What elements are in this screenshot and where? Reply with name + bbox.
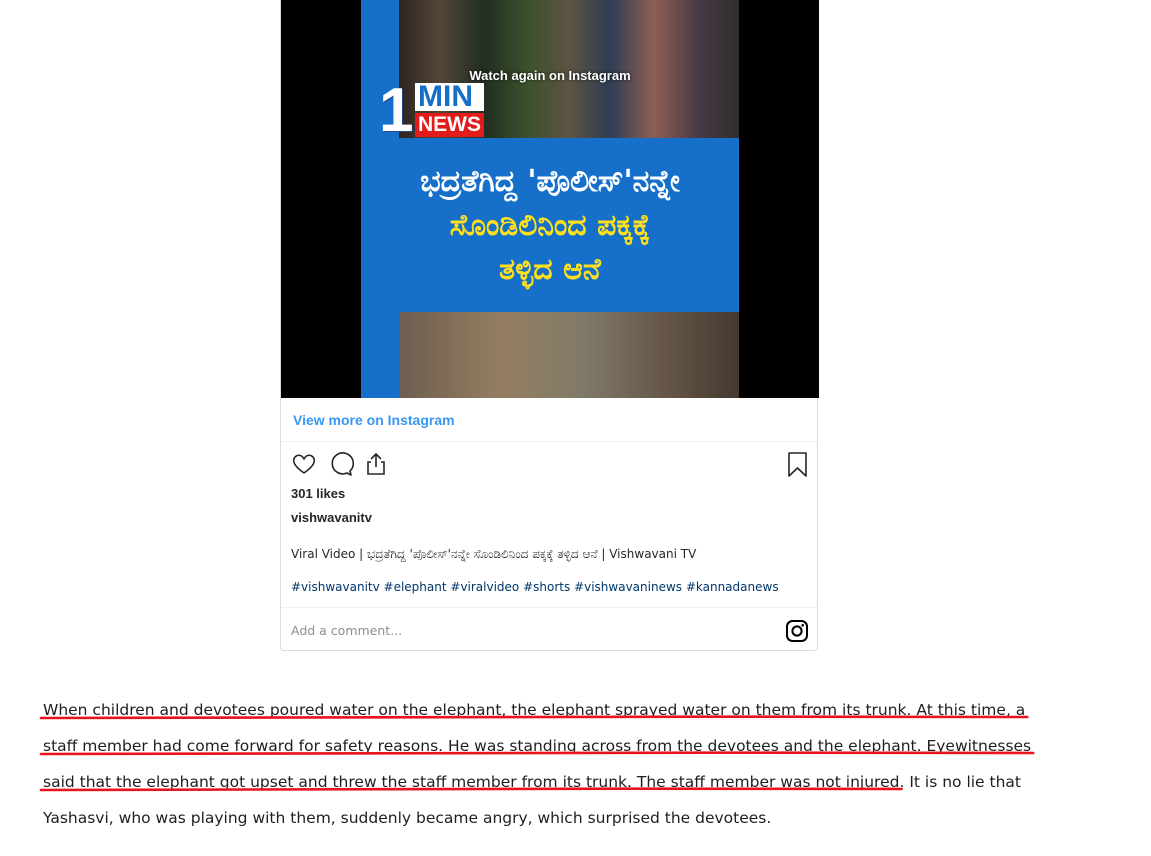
view-more-on-instagram-link[interactable]: View more on Instagram (293, 412, 455, 428)
logo-min: MIN (415, 82, 484, 112)
video-player[interactable]: 1 MIN NEWS ಭದ್ರತೆಗಿದ್ದ 'ಪೊಲೀಸ್'ನನ್ನೇ ಸೊಂ… (281, 0, 819, 398)
bookmark-icon[interactable] (785, 451, 811, 477)
logo-news: NEWS (415, 113, 484, 137)
paragraph-line: said that the elephant got upset and thr… (43, 764, 1063, 800)
instagram-icon[interactable] (785, 619, 809, 643)
post-hashtags[interactable]: #vishwavanitv #elephant #viralvideo #sho… (291, 580, 779, 594)
heart-icon[interactable] (291, 451, 317, 477)
paragraph-line: staff member had come forward for safety… (43, 728, 1063, 764)
underlined-text: staff member had come forward for safety… (43, 737, 1032, 755)
headline-line-1: ಭದ್ರತೆಗಿದ್ದ 'ಪೊಲೀಸ್'ನನ್ನೇ (420, 164, 680, 199)
divider (281, 607, 817, 608)
article-paragraph: When children and devotees poured water … (43, 692, 1063, 836)
paragraph-text: Yashasvi, who was playing with them, sud… (43, 809, 772, 827)
post-caption: Viral Video | ಭದ್ರತೆಗಿದ್ದ 'ಪೊಲೀಸ್'ನನ್ನೇ … (291, 547, 697, 561)
add-comment-link[interactable]: Add a comment... (291, 623, 402, 638)
underlined-text: When children and devotees poured water … (43, 701, 1026, 719)
comment-icon[interactable] (328, 451, 355, 477)
underlined-text: said that the elephant got upset and thr… (43, 773, 900, 791)
instagram-embed: 1 MIN NEWS ಭದ್ರತೆಗಿದ್ದ 'ಪೊಲೀಸ್'ನನ್ನೇ ಸೊಂ… (280, 0, 819, 651)
headline-line-2: ಸೊಂಡಿಲಿನಿಂದ ಪಕ್ಕಕ್ಕೆ (449, 208, 651, 243)
paragraph-line: When children and devotees poured water … (43, 692, 1063, 728)
username-link[interactable]: vishwavanitv (291, 510, 372, 525)
video-headline: ಭದ್ರತೆಗಿದ್ದ 'ಪೊಲೀಸ್'ನನ್ನೇ ಸೊಂಡಿಲಿನಿಂದ ಪಕ… (361, 160, 739, 292)
divider (281, 441, 817, 442)
video-frame: 1 MIN NEWS ಭದ್ರತೆಗಿದ್ದ 'ಪೊಲೀಸ್'ನನ್ನೇ ಸೊಂ… (361, 0, 739, 398)
action-bar (291, 451, 809, 479)
video-thumbnail-bottom (399, 312, 739, 398)
watch-again-link[interactable]: Watch again on Instagram (281, 68, 819, 83)
logo-number: 1 (379, 76, 413, 145)
headline-line-3: ತಳ್ಳಿದ ಆನೆ (499, 252, 601, 287)
likes-count[interactable]: 301 likes (291, 486, 345, 501)
share-icon[interactable] (363, 451, 389, 477)
paragraph-text: . It is no lie that (899, 773, 1021, 791)
1min-news-logo: 1 MIN NEWS (379, 76, 484, 145)
paragraph-line: Yashasvi, who was playing with them, sud… (43, 800, 1063, 836)
